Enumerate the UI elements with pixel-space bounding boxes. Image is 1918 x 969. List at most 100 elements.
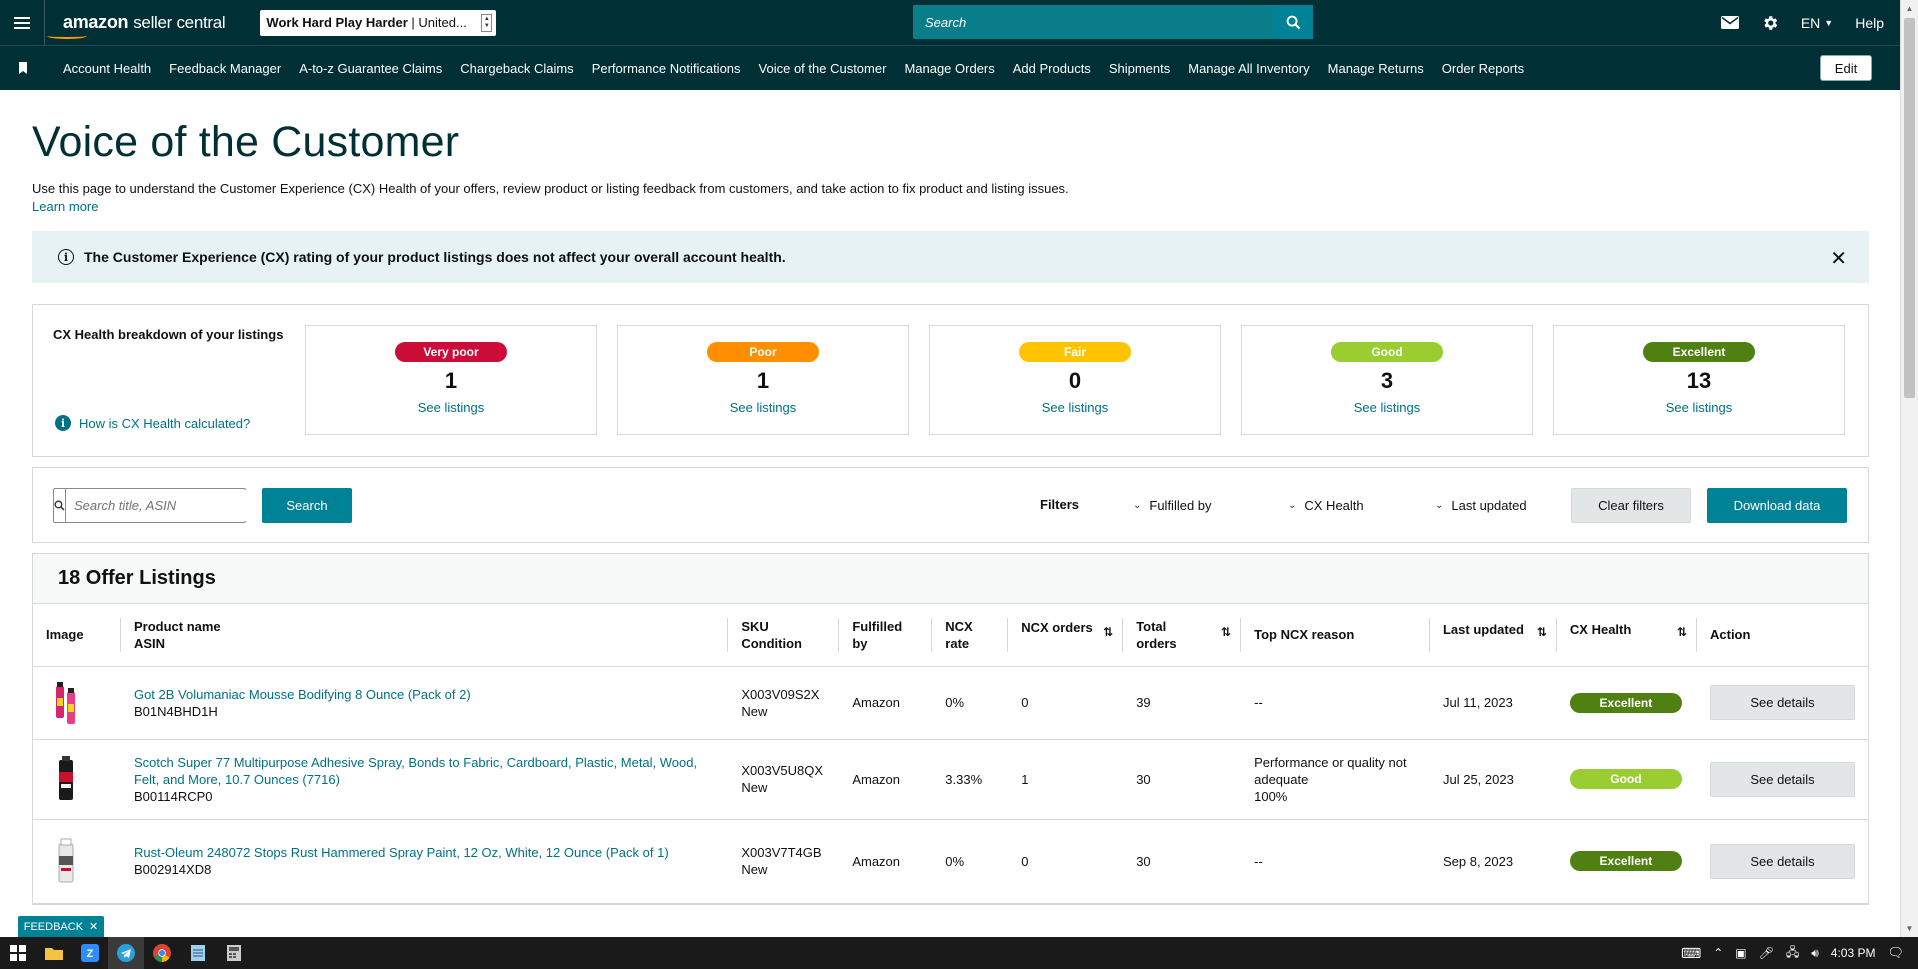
close-icon[interactable]: ✕	[1830, 246, 1847, 271]
product-thumbnail[interactable]	[46, 678, 86, 728]
bookmark-feedback-manager[interactable]: Feedback Manager	[169, 61, 281, 76]
product-asin: B00114RCP0	[133, 788, 213, 804]
page-title: Voice of the Customer	[32, 118, 460, 166]
col-sku: SKU Condition	[728, 604, 840, 667]
calculator-icon[interactable]	[216, 937, 252, 969]
global-search-button[interactable]	[1273, 5, 1313, 39]
product-name-link[interactable]: Rust-Oleum 248072 Stops Rust Hammered Sp…	[134, 844, 715, 861]
menu-icon[interactable]	[0, 0, 45, 45]
mail-icon[interactable]	[1720, 16, 1739, 29]
see-details-button[interactable]: See details	[1710, 685, 1855, 720]
see-details-button[interactable]: See details	[1710, 761, 1855, 797]
zoom-icon[interactable]: Z	[72, 937, 108, 969]
product-name-link[interactable]: Scotch Super 77 Multipurpose Adhesive Sp…	[134, 754, 715, 788]
bookmark-icon[interactable]	[0, 62, 45, 74]
clock[interactable]: 4:03 PM	[1831, 946, 1876, 960]
product-thumbnail[interactable]	[46, 754, 86, 804]
bookmark-manage-all-inventory[interactable]: Manage All Inventory	[1188, 61, 1309, 76]
bookmark-manage-orders[interactable]: Manage Orders	[904, 61, 994, 76]
product-name-link[interactable]: Got 2B Volumaniac Mousse Bodifying 8 Oun…	[134, 686, 715, 703]
see-listings-link[interactable]: See listings	[1242, 400, 1532, 415]
bookmark-add-products[interactable]: Add Products	[1013, 61, 1091, 76]
listings-table: Image Product name ASIN SKU Condition Fu…	[33, 604, 1868, 904]
cx-health-cell: Excellent	[1556, 819, 1697, 904]
global-search-input[interactable]	[913, 5, 1273, 39]
cx-badge: Fair	[1019, 342, 1131, 362]
table-row: Got 2B Volumaniac Mousse Bodifying 8 Oun…	[33, 666, 1868, 740]
telegram-icon[interactable]	[108, 937, 144, 969]
col-last-updated[interactable]: Last updated ⇅	[1429, 604, 1557, 667]
learn-more-link[interactable]: Learn more	[32, 199, 98, 214]
fulfilled-by-dropdown[interactable]: ⌄ Fulfilled by	[1133, 498, 1212, 513]
download-data-button[interactable]: Download data	[1707, 488, 1847, 523]
see-listings-link[interactable]: See listings	[1554, 400, 1844, 415]
cx-how-label: How is CX Health calculated?	[79, 415, 251, 431]
chevron-down-icon: ⌄	[1133, 500, 1142, 511]
chevron-down-icon: ⌄	[1288, 500, 1297, 511]
see-listings-link[interactable]: See listings	[618, 400, 908, 415]
page-scrollbar[interactable]: ▲ ▼	[1900, 0, 1918, 937]
volume-icon[interactable]: 🔊︎	[1811, 946, 1819, 961]
system-tray: ⌨ ⌃ ▣ 🎤︎ 🖧︎ 🔊︎ 4:03 PM 🗨︎	[1681, 937, 1918, 969]
sort-icon[interactable]: ⇅	[1103, 624, 1113, 641]
last-updated-dropdown[interactable]: ⌄ Last updated	[1435, 498, 1527, 513]
keyboard-icon[interactable]: ⌨	[1681, 945, 1701, 962]
feedback-tab[interactable]: FEEDBACK ✕	[18, 916, 104, 937]
last-updated-value: Jul 25, 2023	[1429, 739, 1557, 820]
bookmark-order-reports[interactable]: Order Reports	[1442, 61, 1524, 76]
scroll-up-icon[interactable]: ▲	[1901, 0, 1918, 17]
search-button[interactable]: Search	[262, 488, 352, 523]
file-explorer-icon[interactable]	[36, 937, 72, 969]
product-thumbnail[interactable]	[46, 836, 86, 886]
help-link[interactable]: Help	[1855, 15, 1884, 31]
bookmark-shipments[interactable]: Shipments	[1109, 61, 1170, 76]
search-icon	[1286, 15, 1300, 29]
gear-icon[interactable]	[1761, 14, 1779, 32]
sort-icon[interactable]: ⇅	[1221, 624, 1231, 641]
edit-bookmarks-button[interactable]: Edit	[1820, 55, 1872, 81]
col-total-orders[interactable]: Total orders ⇅	[1123, 604, 1242, 667]
last-updated-label: Last updated	[1451, 498, 1527, 513]
top-ncx-reason-value: --	[1254, 853, 1263, 869]
col-sku-label: SKU	[741, 618, 769, 634]
notepad-icon[interactable]	[180, 937, 216, 969]
bookmark-performance-notifications[interactable]: Performance Notifications	[592, 61, 741, 76]
cx-health-dropdown[interactable]: ⌄ CX Health	[1288, 498, 1364, 513]
camera-icon[interactable]: ▣	[1735, 946, 1746, 960]
see-details-button[interactable]: See details	[1710, 843, 1855, 879]
listing-search-input[interactable]	[66, 490, 252, 521]
scrollbar-thumb[interactable]	[1904, 18, 1915, 398]
bookmark-manage-returns[interactable]: Manage Returns	[1328, 61, 1424, 76]
sku-value: X003V09S2X	[741, 686, 820, 702]
close-icon[interactable]: ✕	[89, 920, 98, 933]
see-listings-link[interactable]: See listings	[306, 400, 596, 415]
sort-icon[interactable]: ⇅	[1677, 624, 1687, 641]
amazon-seller-central-logo[interactable]: amazon seller central	[45, 12, 226, 39]
col-ncx-orders[interactable]: NCX orders ⇅	[1008, 604, 1124, 667]
cx-how-calculated-link[interactable]: i How is CX Health calculated?	[55, 415, 250, 431]
col-product-name: Product name ASIN	[120, 604, 729, 667]
chrome-icon[interactable]	[144, 937, 180, 969]
col-ncx-rate: NCX rate	[932, 604, 1009, 667]
main-content: Voice of the Customer Use this page to u…	[32, 90, 1869, 905]
col-cx-health[interactable]: CX Health ⇅	[1556, 604, 1697, 667]
clear-filters-button[interactable]: Clear filters	[1571, 488, 1691, 523]
bookmark-chargeback-claims[interactable]: Chargeback Claims	[460, 61, 573, 76]
see-listings-link[interactable]: See listings	[930, 400, 1220, 415]
store-selector[interactable]: Work Hard Play Harder | United... ▲ ▼	[260, 9, 497, 36]
chevron-up-icon[interactable]: ⌃	[1713, 946, 1723, 960]
action-cell: See details	[1697, 819, 1868, 904]
bookmark-account-health[interactable]: Account Health	[63, 61, 151, 76]
top-ncx-reason-value: Performance or quality not adequate	[1254, 754, 1407, 787]
network-icon[interactable]: 🖧︎	[1786, 943, 1799, 964]
microphone-icon[interactable]: 🎤︎	[1759, 946, 1774, 960]
store-selector-stepper-icon: ▲ ▼	[481, 13, 493, 32]
sort-icon[interactable]: ⇅	[1537, 624, 1547, 641]
notification-icon[interactable]: 🗨︎	[1887, 945, 1904, 961]
language-selector[interactable]: EN ▼	[1801, 15, 1833, 31]
windows-start-icon[interactable]	[0, 937, 36, 969]
scroll-down-icon[interactable]: ▼	[1901, 920, 1918, 937]
bookmark-a-to-z-claims[interactable]: A-to-z Guarantee Claims	[299, 61, 442, 76]
bookmark-voice-of-the-customer[interactable]: Voice of the Customer	[759, 61, 887, 76]
action-cell: See details	[1697, 666, 1868, 740]
